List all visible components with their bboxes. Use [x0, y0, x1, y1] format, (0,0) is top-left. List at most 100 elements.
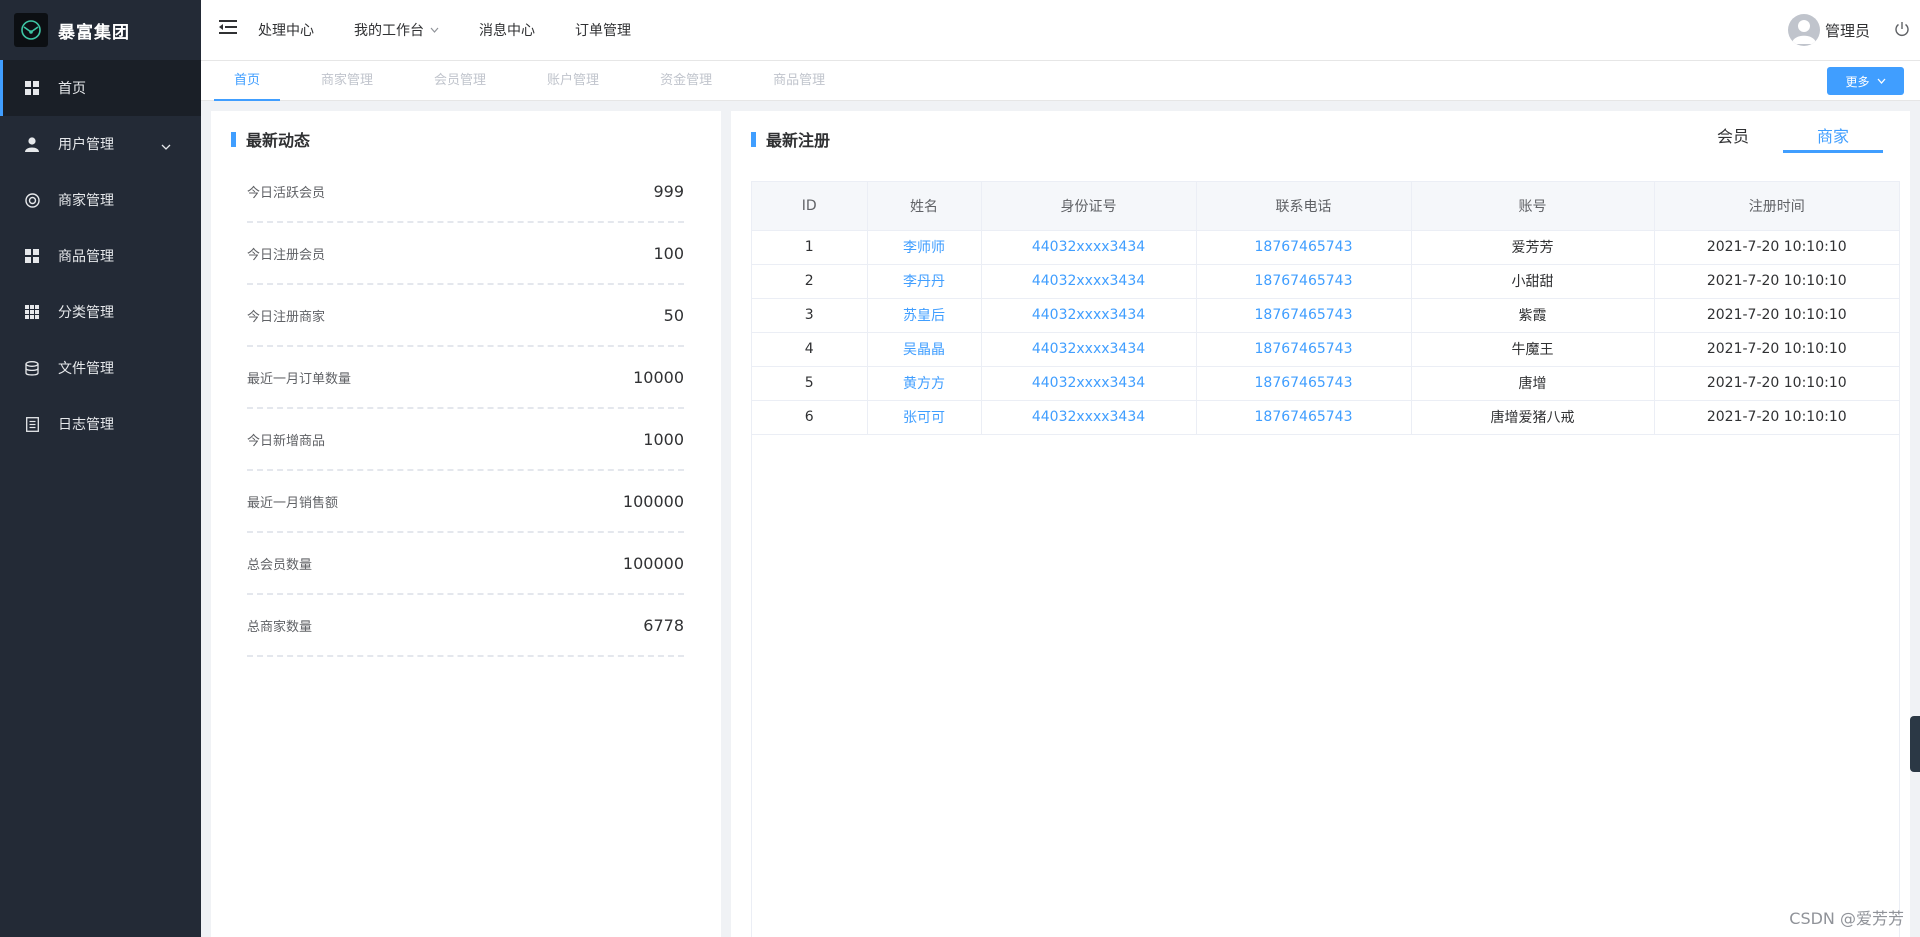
stat-row: 今日活跃会员 999 [247, 161, 684, 223]
column-header[interactable]: 账号 [1411, 182, 1655, 231]
side-drawer-handle[interactable] [1910, 716, 1920, 772]
sidebar-item-files[interactable]: 文件管理 [0, 340, 201, 396]
top-nav: 处理中心 我的工作台 消息中心 订单管理 [258, 0, 671, 60]
nav-message-center[interactable]: 消息中心 [479, 20, 535, 40]
stat-label: 今日注册会员 [247, 247, 326, 263]
sidebar-item-merchants[interactable]: 商家管理 [0, 172, 201, 228]
more-button-label: 更多 [1845, 74, 1870, 89]
table-row[interactable]: 1 李师师 44032xxxx3434 18767465743 爱芳芳 2021… [752, 230, 1899, 265]
cell-registered-at: 2021-7-20 10:10:10 [1654, 366, 1899, 401]
logo[interactable]: 暴富集团 [0, 0, 201, 60]
sidebar-item-label: 分类管理 [58, 305, 114, 321]
cell-name[interactable]: 吴晶晶 [867, 332, 982, 367]
cell-phone[interactable]: 18767465743 [1196, 230, 1412, 265]
cell-id-number[interactable]: 44032xxxx3434 [981, 366, 1197, 401]
sidebar-item-label: 商家管理 [58, 193, 114, 209]
cell-name[interactable]: 李丹丹 [867, 264, 982, 299]
dashboard-icon [24, 80, 40, 96]
cell-phone[interactable]: 18767465743 [1196, 332, 1412, 367]
stat-row: 最近一月订单数量 10000 [247, 347, 684, 409]
table-row[interactable]: 3 苏皇后 44032xxxx3434 18767465743 紫霞 2021-… [752, 298, 1899, 333]
column-header[interactable]: ID [752, 182, 868, 231]
cell-name[interactable]: 黄方方 [867, 366, 982, 401]
column-header[interactable]: 身份证号 [981, 182, 1197, 231]
chevron-down-icon [1877, 78, 1885, 84]
menu-toggle-icon[interactable] [219, 19, 237, 39]
stat-value: 100000 [622, 491, 684, 511]
nav-processing-center[interactable]: 处理中心 [258, 20, 314, 40]
cell-phone[interactable]: 18767465743 [1196, 298, 1412, 333]
category-grid-icon [24, 304, 40, 320]
tab-members[interactable]: 会员管理 [414, 61, 506, 101]
power-icon[interactable] [1894, 21, 1910, 41]
stat-value: 1000 [643, 429, 684, 449]
stat-value: 10000 [633, 367, 684, 387]
user-menu[interactable]: 管理员 [1787, 14, 1870, 46]
tab-products[interactable]: 商品管理 [753, 61, 845, 101]
tab-merchants[interactable]: 商家管理 [301, 61, 393, 101]
stat-value: 999 [653, 181, 684, 201]
cell-id: 2 [752, 264, 868, 299]
cell-phone[interactable]: 18767465743 [1196, 366, 1412, 401]
tab-home[interactable]: 首页 [214, 61, 281, 101]
stat-label: 今日注册商家 [247, 309, 326, 325]
cell-id-number[interactable]: 44032xxxx3434 [981, 332, 1197, 367]
cell-name[interactable]: 张可可 [867, 400, 982, 435]
cell-account: 小甜甜 [1411, 264, 1655, 299]
stat-value: 100000 [622, 553, 684, 573]
segment-members[interactable]: 会员 [1683, 123, 1783, 153]
table-row[interactable]: 4 吴晶晶 44032xxxx3434 18767465743 牛魔王 2021… [752, 332, 1899, 367]
cell-account: 牛魔王 [1411, 332, 1655, 367]
cell-phone[interactable]: 18767465743 [1196, 400, 1412, 435]
cell-name[interactable]: 李师师 [867, 230, 982, 265]
stat-value: 100 [653, 243, 684, 263]
stat-label: 总商家数量 [247, 619, 313, 635]
registrations-table: ID 姓名 身份证号 联系电话 账号 注册时间 1 李师师 44032xxxx3… [751, 181, 1900, 937]
sidebar-item-logs[interactable]: 日志管理 [0, 396, 201, 452]
stat-row: 今日注册会员 100 [247, 223, 684, 285]
column-header[interactable]: 注册时间 [1654, 182, 1899, 231]
cell-registered-at: 2021-7-20 10:10:10 [1654, 230, 1899, 265]
nav-my-workbench[interactable]: 我的工作台 [354, 20, 439, 40]
stat-row: 总商家数量 6778 [247, 595, 684, 657]
lifebuoy-icon [24, 192, 40, 208]
cell-id: 3 [752, 298, 868, 333]
cell-id-number[interactable]: 44032xxxx3434 [981, 264, 1197, 299]
tab-funds[interactable]: 资金管理 [640, 61, 732, 101]
sidebar-item-label: 日志管理 [58, 417, 114, 433]
table-row[interactable]: 6 张可可 44032xxxx3434 18767465743 唐增爱猪八戒 2… [752, 400, 1899, 435]
more-button[interactable]: 更多 [1827, 67, 1904, 95]
sidebar-item-label: 文件管理 [58, 361, 114, 377]
stat-label: 总会员数量 [247, 557, 313, 573]
column-header[interactable]: 姓名 [867, 182, 982, 231]
sidebar-item-label: 商品管理 [58, 249, 114, 265]
sidebar-item-categories[interactable]: 分类管理 [0, 284, 201, 340]
cell-registered-at: 2021-7-20 10:10:10 [1654, 264, 1899, 299]
sidebar-item-products[interactable]: 商品管理 [0, 228, 201, 284]
cell-id: 1 [752, 230, 868, 265]
user-name: 管理员 [1824, 21, 1870, 40]
column-header[interactable]: 联系电话 [1196, 182, 1412, 231]
cell-id-number[interactable]: 44032xxxx3434 [981, 298, 1197, 333]
stat-row: 总会员数量 100000 [247, 533, 684, 595]
cell-id-number[interactable]: 44032xxxx3434 [981, 230, 1197, 265]
segment-merchants[interactable]: 商家 [1783, 123, 1883, 153]
stat-value: 6778 [643, 615, 684, 635]
table-row[interactable]: 2 李丹丹 44032xxxx3434 18767465743 小甜甜 2021… [752, 264, 1899, 299]
sidebar-item-home[interactable]: 首页 [0, 60, 201, 116]
app-title: 暴富集团 [58, 22, 130, 43]
sidebar-item-users[interactable]: 用户管理 [0, 116, 201, 172]
tabs-bar: 首页 商家管理 会员管理 账户管理 资金管理 商品管理 更多 [201, 61, 1920, 101]
nav-order-management[interactable]: 订单管理 [575, 20, 631, 40]
table-row[interactable]: 5 黄方方 44032xxxx3434 18767465743 唐增 2021-… [752, 366, 1899, 401]
cell-phone[interactable]: 18767465743 [1196, 264, 1412, 299]
tab-accounts[interactable]: 账户管理 [527, 61, 619, 101]
nav-label: 我的工作台 [354, 23, 424, 39]
cell-id-number[interactable]: 44032xxxx3434 [981, 400, 1197, 435]
cell-name[interactable]: 苏皇后 [867, 298, 982, 333]
database-icon [24, 360, 40, 376]
document-icon [24, 416, 40, 432]
cell-account: 唐增爱猪八戒 [1411, 400, 1655, 435]
cell-account: 唐增 [1411, 366, 1655, 401]
watermark: CSDN @爱芳芳 [1789, 909, 1904, 928]
